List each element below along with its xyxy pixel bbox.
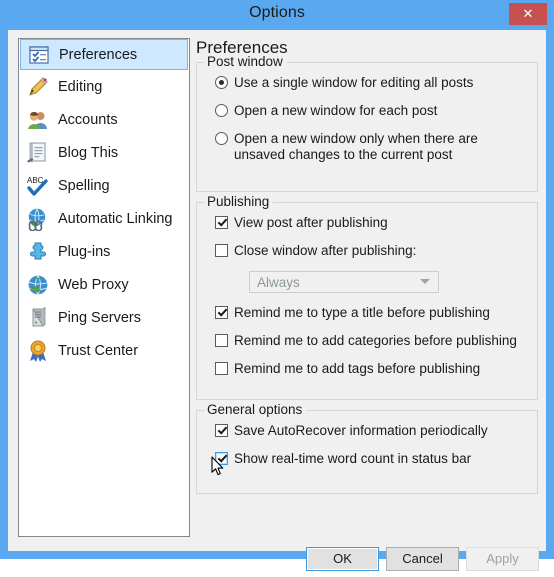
radio-single-window[interactable] [215, 76, 228, 89]
chevron-down-icon [420, 279, 430, 284]
checkbox-show-word-count[interactable] [215, 452, 228, 465]
checkbox-remind-categories[interactable] [215, 334, 228, 347]
checkbox-row-view-post-after-publishing[interactable]: View post after publishing [205, 215, 529, 231]
radio-new-window-each-post[interactable] [215, 104, 228, 117]
sidebar-item-label: Trust Center [58, 342, 139, 359]
checkbox-row-remind-categories[interactable]: Remind me to add categories before publi… [205, 333, 529, 349]
checkbox-save-autorecover[interactable] [215, 424, 228, 437]
preferences-pane: Preferences Post window Use a single win… [196, 38, 538, 537]
cancel-button[interactable]: Cancel [386, 547, 459, 571]
radio-row-new-window-each-post[interactable]: Open a new window for each post [205, 103, 529, 119]
sidebar-item-label: Plug-ins [58, 243, 111, 260]
close-icon: ✕ [522, 7, 534, 22]
checkbox-remind-tags[interactable] [215, 362, 228, 375]
sidebar-item-label: Editing [58, 78, 103, 95]
radio-new-window-unsaved[interactable] [215, 132, 228, 145]
checkbox-label: Remind me to type a title before publish… [234, 305, 490, 320]
sidebar-item-label: Preferences [59, 46, 138, 63]
puzzle-piece-icon [26, 240, 50, 264]
trust-rosette-icon [26, 339, 50, 363]
blog-note-icon [26, 141, 50, 165]
sidebar-item-accounts[interactable]: Accounts [19, 103, 189, 136]
sidebar-item-web-proxy[interactable]: Web Proxy [19, 268, 189, 301]
checkbox-row-close-window-after-publishing[interactable]: Close window after publishing: [205, 243, 529, 259]
radio-label: Open a new window for each post [234, 103, 438, 118]
sidebar-item-automatic-linking[interactable]: Automatic Linking [19, 202, 189, 235]
server-tower-icon [26, 306, 50, 330]
group-general-options: General options Save AutoRecover informa… [196, 402, 538, 494]
pencil-icon [26, 75, 50, 99]
checkbox-row-autorecover[interactable]: Save AutoRecover information periodicall… [205, 423, 529, 439]
globe-icon [26, 273, 50, 297]
sidebar-item-plug-ins[interactable]: Plug-ins [19, 235, 189, 268]
apply-button[interactable]: Apply [466, 547, 539, 571]
group-publishing: Publishing View post after publishing Cl… [196, 194, 538, 400]
radio-label: Use a single window for editing all post… [234, 75, 474, 90]
close-window-timing-combo[interactable]: Always [249, 271, 439, 293]
dialog-client-area: Preferences Editing Accounts Blog This A… [8, 30, 546, 571]
sidebar-item-editing[interactable]: Editing [19, 70, 189, 103]
options-dialog-window: Options ✕ Preferences Editing Accounts B… [0, 0, 554, 571]
sidebar-item-label: Spelling [58, 177, 110, 194]
close-button[interactable]: ✕ [509, 3, 547, 25]
radio-label: Open a new window only when there are un… [234, 131, 478, 162]
group-legend: Post window [204, 54, 287, 69]
checkbox-close-window-after-publishing[interactable] [215, 244, 228, 257]
checkbox-row-word-count[interactable]: Show real-time word count in status bar [205, 451, 529, 467]
checkbox-label: View post after publishing [234, 215, 388, 230]
globe-link-icon [26, 207, 50, 231]
checkbox-row-remind-title[interactable]: Remind me to type a title before publish… [205, 305, 529, 321]
checkbox-remind-title[interactable] [215, 306, 228, 319]
sidebar-item-label: Blog This [58, 144, 119, 161]
sidebar-item-label: Ping Servers [58, 309, 142, 326]
sidebar-item-trust-center[interactable]: Trust Center [19, 334, 189, 367]
radio-row-single-window[interactable]: Use a single window for editing all post… [205, 75, 529, 91]
dialog-button-bar: OK Cancel Apply [8, 543, 546, 577]
sidebar-item-preferences[interactable]: Preferences [20, 39, 188, 70]
window-title: Options [249, 4, 305, 21]
close-window-timing-combo-wrapper: Always [205, 271, 529, 293]
checkbox-label: Remind me to add categories before publi… [234, 333, 517, 348]
checkbox-label: Close window after publishing: [234, 243, 417, 258]
sidebar-item-spelling[interactable]: ABC Spelling [19, 169, 189, 202]
checkbox-label: Remind me to add tags before publishing [234, 361, 481, 376]
svg-text:ABC: ABC [27, 176, 44, 185]
combo-selected-value: Always [257, 274, 300, 290]
settings-category-list[interactable]: Preferences Editing Accounts Blog This A… [18, 38, 190, 537]
group-legend: Publishing [204, 194, 274, 209]
ok-button[interactable]: OK [306, 547, 379, 571]
sidebar-item-blog-this[interactable]: Blog This [19, 136, 189, 169]
title-bar: Options ✕ [0, 0, 554, 30]
accounts-people-icon [26, 108, 50, 132]
abc-checkmark-icon: ABC [26, 174, 50, 198]
sidebar-item-label: Automatic Linking [58, 210, 173, 227]
sidebar-item-ping-servers[interactable]: Ping Servers [19, 301, 189, 334]
group-post-window: Post window Use a single window for edit… [196, 54, 538, 192]
checkbox-view-post-after-publishing[interactable] [215, 216, 228, 229]
sidebar-item-label: Accounts [58, 111, 118, 128]
preferences-icon [27, 43, 51, 67]
checkbox-row-remind-tags[interactable]: Remind me to add tags before publishing [205, 361, 529, 377]
radio-row-new-window-unsaved[interactable]: Open a new window only when there are un… [205, 131, 529, 163]
sidebar-item-label: Web Proxy [58, 276, 129, 293]
checkbox-label: Save AutoRecover information periodicall… [234, 423, 488, 438]
group-legend: General options [204, 402, 307, 417]
checkbox-label: Show real-time word count in status bar [234, 451, 472, 466]
